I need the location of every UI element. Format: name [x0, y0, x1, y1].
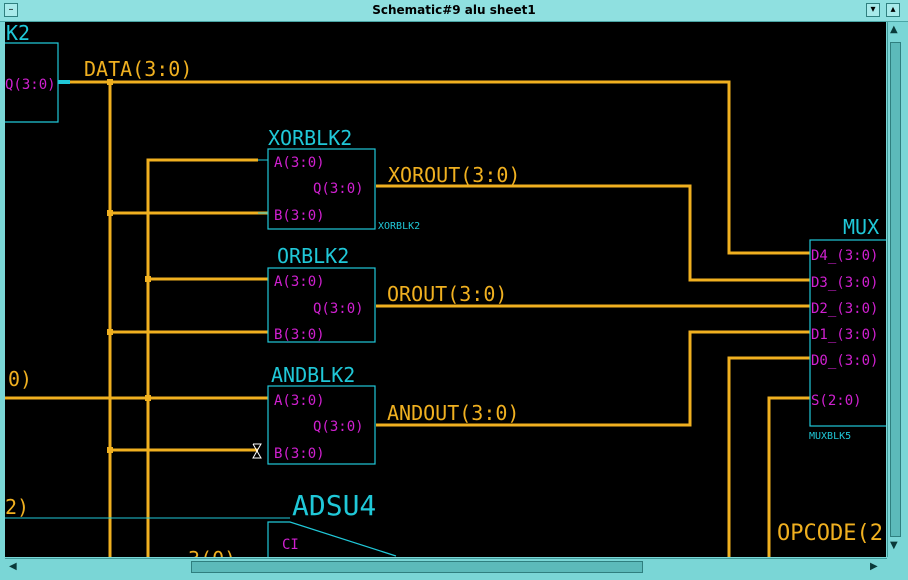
junction-dot: [107, 329, 113, 335]
mux-block-name: MUX: [843, 215, 879, 239]
and-pin-a: A(3:0): [274, 393, 325, 409]
and-pin-q: Q(3:0): [313, 419, 364, 435]
window-title: Schematic#9 alu sheet1: [372, 3, 536, 17]
mux-pin-d4: D4_(3:0): [811, 248, 878, 264]
junction-dot: [107, 447, 113, 453]
xor-pin-q: Q(3:0): [313, 181, 364, 197]
xor-pin-a: A(3:0): [274, 155, 325, 171]
mux-pin-d2: D2_(3:0): [811, 301, 878, 317]
xor-block-name: XORBLK2: [268, 126, 352, 150]
horizontal-scroll-thumb[interactable]: [191, 561, 643, 573]
mux-block-type: MUXBLK5: [809, 431, 851, 442]
mux-pin-d3: D3_(3:0): [811, 275, 878, 291]
mux-pin-d1: D1_(3:0): [811, 327, 878, 343]
mux-block[interactable]: MUX D4_(3:0) D3_(3:0) D2_(3:0) D1_(3:0) …: [809, 215, 886, 442]
junction-dot: [145, 276, 151, 282]
wire-a-vertical[interactable]: [146, 158, 258, 557]
vertical-scroll-thumb[interactable]: [890, 42, 901, 537]
schematic-window: – Schematic#9 alu sheet1 ▾ ▴ K2 Q(3:0) X…: [0, 0, 908, 580]
title-bar[interactable]: – Schematic#9 alu sheet1 ▾ ▴: [0, 0, 908, 22]
minimize-icon[interactable]: ▾: [866, 3, 880, 17]
junction-dot: [107, 210, 113, 216]
net-label-orout[interactable]: OROUT(3:0): [387, 282, 507, 306]
and-block-name: ANDBLK2: [271, 363, 355, 387]
or-block[interactable]: ORBLK2 A(3:0) Q(3:0) B(3:0): [267, 244, 376, 343]
or-pin-q: Q(3:0): [313, 301, 364, 317]
schematic-drawing: K2 Q(3:0) XORBLK2 A(3:0) Q(3:0) B(3:0) X…: [5, 22, 886, 557]
maximize-icon[interactable]: ▴: [886, 3, 900, 17]
mux-pin-d0: D0_(3:0): [811, 353, 878, 369]
net-label-data[interactable]: DATA(3:0): [84, 57, 192, 81]
net-label-andout[interactable]: ANDOUT(3:0): [387, 401, 519, 425]
arrow-up-icon[interactable]: ▲: [890, 24, 898, 35]
xor-block-type: XORBLK2: [378, 221, 420, 232]
wire-group: [5, 80, 810, 557]
left-block-pin-stub: [58, 80, 70, 84]
left-block-pin: Q(3:0): [5, 77, 56, 93]
net-label-xorout[interactable]: XOROUT(3:0): [388, 163, 520, 187]
adsu-pin-ci: CI: [282, 537, 299, 553]
or-pin-a: A(3:0): [274, 274, 325, 290]
net-label-opcode[interactable]: OPCODE(2: [777, 521, 883, 546]
and-pin-b: B(3:0): [274, 446, 325, 462]
and-block[interactable]: ANDBLK2 A(3:0) Q(3:0) B(3:0): [252, 363, 376, 465]
left-block[interactable]: K2 Q(3:0): [5, 22, 70, 123]
schematic-canvas[interactable]: K2 Q(3:0) XORBLK2 A(3:0) Q(3:0) B(3:0) X…: [5, 22, 886, 557]
net-label-bottom[interactable]: 3(0): [188, 547, 236, 557]
or-pin-b: B(3:0): [274, 327, 325, 343]
junction-dot: [145, 395, 151, 401]
wire-xorout[interactable]: [376, 184, 810, 282]
horizontal-scrollbar[interactable]: ◀ ▶: [5, 558, 887, 576]
arrow-down-icon[interactable]: ▼: [890, 540, 898, 551]
net-label-left-low[interactable]: 2): [5, 495, 29, 519]
left-block-name: K2: [6, 22, 30, 45]
vertical-scrollbar[interactable]: ▲ ▼: [887, 22, 903, 557]
xor-pin-b: B(3:0): [274, 208, 325, 224]
arrow-right-icon[interactable]: ▶: [870, 561, 878, 572]
arrow-left-icon[interactable]: ◀: [9, 561, 17, 572]
adsu-block-name: ADSU4: [292, 489, 376, 522]
mux-pin-s: S(2:0): [811, 393, 862, 409]
or-block-name: ORBLK2: [277, 244, 349, 268]
net-label-left-mid[interactable]: 0): [8, 367, 32, 391]
